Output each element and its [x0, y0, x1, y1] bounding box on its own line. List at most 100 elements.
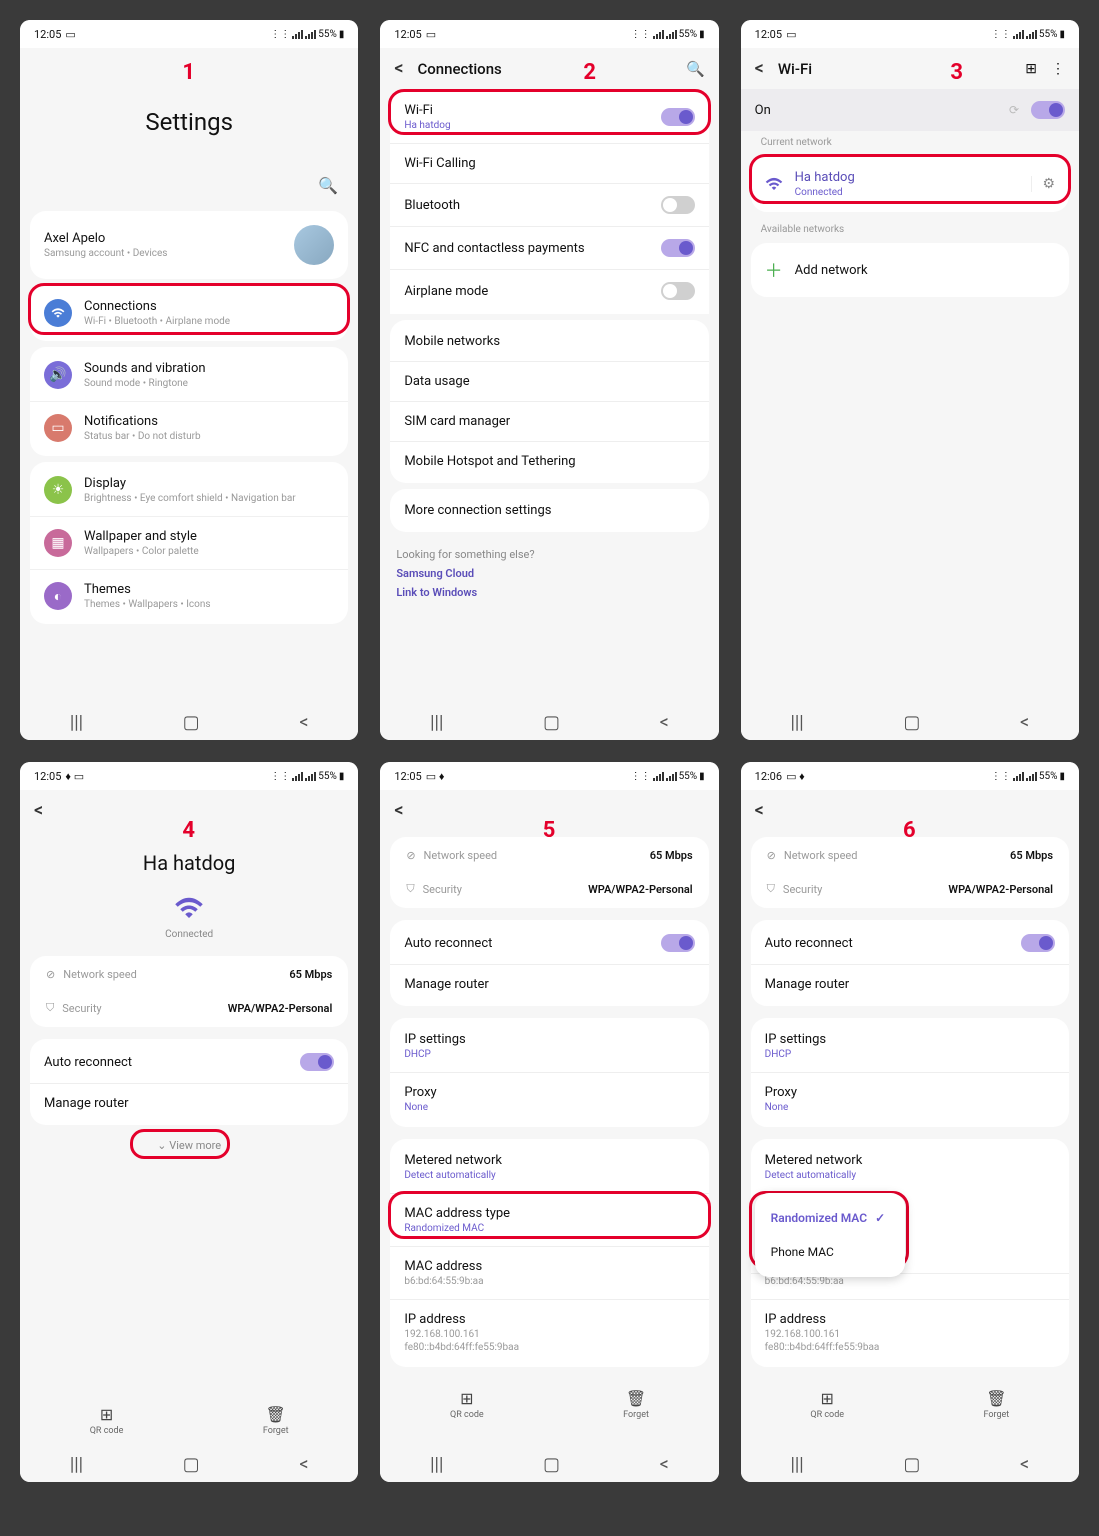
qr-code-button[interactable]: ⊞QR code — [90, 1405, 124, 1436]
available-label: Available networks — [741, 218, 1079, 237]
gear-icon[interactable]: ⚙ — [1031, 176, 1055, 192]
bluetooth-row[interactable]: Bluetooth — [390, 183, 708, 226]
speed-icon: ⊘ — [46, 968, 55, 981]
nav-back[interactable]: < — [1020, 712, 1029, 733]
screen-5: 5 12:05▭ ♦⋮⋮55%▮ < ⊘Network speed65 Mbps… — [380, 762, 718, 1482]
auto-reconnect-row[interactable]: Auto reconnect — [751, 922, 1069, 964]
step-label: 1 — [182, 60, 195, 85]
current-network-label: Current network — [741, 131, 1079, 150]
manage-router-row[interactable]: Manage router — [30, 1083, 348, 1123]
screen-6: 6 12:06▭ ♦⋮⋮55%▮ < ⊘Network speed65 Mbps… — [741, 762, 1079, 1482]
notifications-row[interactable]: ▭ NotificationsStatus bar • Do not distu… — [30, 401, 348, 454]
time: 12:05 — [34, 28, 61, 41]
manage-router-row[interactable]: Manage router — [390, 964, 708, 1004]
metered-row[interactable]: Metered networkDetect automatically — [390, 1141, 708, 1193]
account-card[interactable]: Axel Apelo Samsung account • Devices — [30, 211, 348, 279]
auto-reconnect-row[interactable]: Auto reconnect — [30, 1041, 348, 1083]
refresh-icon: ⟳ — [1009, 103, 1019, 117]
airplane-toggle[interactable] — [661, 282, 695, 300]
nav-recent[interactable]: ||| — [70, 1454, 83, 1475]
wifi-on-row[interactable]: On ⟳ — [741, 89, 1079, 131]
nav-recent[interactable]: ||| — [430, 1454, 443, 1475]
nav-back[interactable]: < — [660, 712, 669, 733]
nav-home[interactable]: ▢ — [903, 1454, 920, 1475]
forget-button[interactable]: 🗑Forget — [984, 1389, 1010, 1420]
back-icon[interactable]: < — [755, 800, 764, 821]
auto-reconnect-row[interactable]: Auto reconnect — [390, 922, 708, 964]
proxy-row[interactable]: ProxyNone — [390, 1072, 708, 1125]
shield-icon: ⛉ — [406, 882, 414, 896]
qr-scan-icon[interactable]: ⊞ — [1025, 61, 1037, 77]
wallpaper-row[interactable]: ▦ Wallpaper and styleWallpapers • Color … — [30, 516, 348, 569]
auto-reconnect-toggle[interactable] — [661, 934, 695, 952]
nav-home[interactable]: ▢ — [903, 712, 920, 733]
back-icon[interactable]: < — [755, 58, 764, 79]
check-icon: ✓ — [875, 1211, 885, 1225]
back-icon[interactable]: < — [394, 58, 403, 79]
connections-icon — [44, 299, 72, 327]
search-icon[interactable]: 🔍 — [686, 60, 705, 78]
bluetooth-toggle[interactable] — [661, 196, 695, 214]
network-name: Ha hatdog — [20, 851, 358, 875]
nav-home[interactable]: ▢ — [543, 712, 560, 733]
manage-router-row[interactable]: Manage router — [751, 964, 1069, 1004]
nav-recent[interactable]: ||| — [790, 1454, 803, 1475]
add-network-row[interactable]: ＋ Add network — [751, 245, 1069, 295]
ip-settings-row[interactable]: IP settingsDHCP — [751, 1020, 1069, 1072]
qr-code-button[interactable]: ⊞QR code — [810, 1389, 844, 1420]
qr-code-button[interactable]: ⊞QR code — [450, 1389, 484, 1420]
screen-2: 2 12:05▭ ⋮⋮55%▮ < Connections 🔍 Wi-FiHa … — [380, 20, 718, 740]
ip-settings-row[interactable]: IP settingsDHCP — [390, 1020, 708, 1072]
shield-icon: ⛉ — [767, 882, 775, 896]
sounds-icon: 🔊 — [44, 361, 72, 389]
more-settings-row[interactable]: More connection settings — [390, 491, 708, 530]
nav-back[interactable]: < — [299, 1454, 308, 1475]
wifi-master-toggle[interactable] — [1031, 101, 1065, 119]
nav-home[interactable]: ▢ — [183, 1454, 200, 1475]
nav-back[interactable]: < — [660, 1454, 669, 1475]
nfc-row[interactable]: NFC and contactless payments — [390, 226, 708, 269]
nav-back[interactable]: < — [1020, 1454, 1029, 1475]
proxy-row[interactable]: ProxyNone — [751, 1072, 1069, 1125]
view-more-button[interactable]: ⌄ View more — [20, 1131, 358, 1160]
wifi-toggle[interactable] — [661, 108, 695, 126]
nav-recent[interactable]: ||| — [70, 712, 83, 733]
hotspot-row[interactable]: Mobile Hotspot and Tethering — [390, 441, 708, 481]
nav-home[interactable]: ▢ — [543, 1454, 560, 1475]
search-icon[interactable]: 🔍 — [318, 176, 338, 195]
mobile-networks-row[interactable]: Mobile networks — [390, 322, 708, 361]
wallpaper-icon: ▦ — [44, 529, 72, 557]
auto-reconnect-toggle[interactable] — [300, 1053, 334, 1071]
forget-button[interactable]: 🗑Forget — [263, 1405, 289, 1436]
metered-row[interactable]: Metered networkDetect automatically — [751, 1141, 1069, 1193]
sounds-row[interactable]: 🔊 Sounds and vibrationSound mode • Ringt… — [30, 349, 348, 401]
nav-home[interactable]: ▢ — [183, 712, 200, 733]
airplane-row[interactable]: Airplane mode — [390, 269, 708, 312]
option-randomized-mac[interactable]: Randomized MAC ✓ — [755, 1201, 905, 1235]
forget-button[interactable]: 🗑Forget — [623, 1389, 649, 1420]
option-phone-mac[interactable]: Phone MAC — [755, 1235, 905, 1269]
battery-text: 55% — [318, 29, 337, 40]
notifications-icon: ▭ — [44, 414, 72, 442]
nfc-toggle[interactable] — [661, 239, 695, 257]
wifi-calling-row[interactable]: Wi-Fi Calling — [390, 143, 708, 183]
wifi-row[interactable]: Wi-FiHa hatdog — [390, 91, 708, 143]
connections-row[interactable]: Connections Wi-Fi • Bluetooth • Airplane… — [30, 287, 348, 339]
nav-recent[interactable]: ||| — [790, 712, 803, 733]
qr-icon: ⊞ — [810, 1389, 844, 1408]
auto-reconnect-toggle[interactable] — [1021, 934, 1055, 952]
screen-4: 4 12:05♦ ▭⋮⋮55%▮ < Ha hatdog Connected ⊘… — [20, 762, 358, 1482]
link-samsung-cloud[interactable]: Samsung Cloud — [396, 567, 702, 580]
nav-back[interactable]: < — [299, 712, 308, 733]
more-icon[interactable]: ⋮ — [1051, 61, 1065, 77]
display-row[interactable]: ☀ DisplayBrightness • Eye comfort shield… — [30, 464, 348, 516]
back-icon[interactable]: < — [394, 800, 403, 821]
mac-type-row[interactable]: MAC address typeRandomized MAC — [390, 1193, 708, 1246]
themes-row[interactable]: ◐ ThemesThemes • Wallpapers • Icons — [30, 569, 348, 622]
nav-recent[interactable]: ||| — [430, 712, 443, 733]
sim-row[interactable]: SIM card manager — [390, 401, 708, 441]
back-icon[interactable]: < — [34, 800, 43, 821]
link-windows[interactable]: Link to Windows — [396, 586, 702, 599]
data-usage-row[interactable]: Data usage — [390, 361, 708, 401]
current-network-row[interactable]: Ha hatdog Connected ⚙ — [751, 158, 1069, 210]
